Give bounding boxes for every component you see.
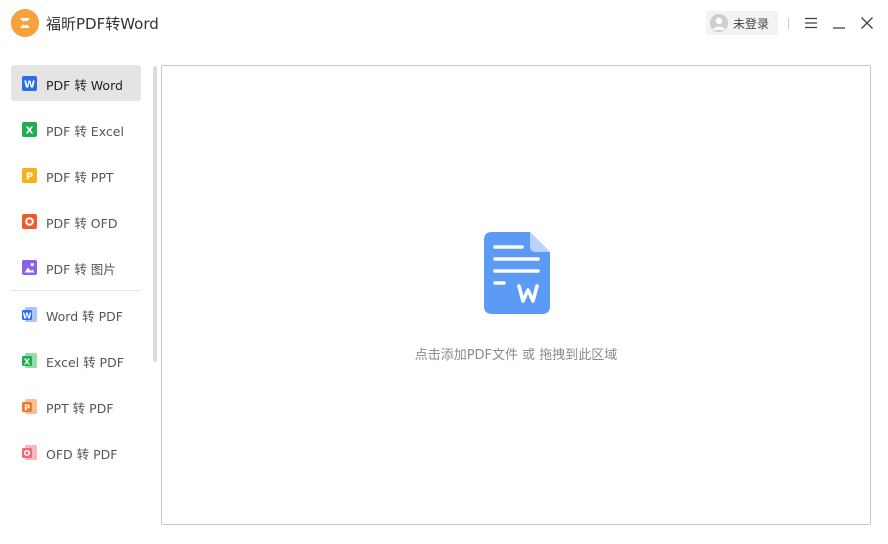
sidebar-item-label: Excel 转 PDF [46,355,124,370]
svg-text:W: W [24,79,35,90]
title-bar: 福昕PDF转Word 未登录 [0,0,888,48]
sidebar-item-label: PDF 转 PPT [46,170,114,185]
sidebar-item-label: PPT 转 PDF [46,401,114,416]
app-title: 福昕PDF转Word [46,15,159,33]
excel-icon: X [22,122,37,137]
image-icon [22,260,37,275]
sidebar-scrollbar[interactable] [153,66,157,362]
sidebar-item-label: OFD 转 PDF [46,447,118,462]
close-icon [861,17,873,29]
svg-text:X: X [24,357,31,366]
word-document-icon [484,232,550,314]
close-button[interactable] [858,14,876,32]
file-drop-zone[interactable]: 点击添加PDF文件 或 拖拽到此区域 [161,65,871,525]
excel-to-pdf-icon: X [22,353,37,368]
sidebar-item-label: PDF 转 OFD [46,216,118,231]
sidebar-item-label: PDF 转 Word [46,78,123,93]
ofd-to-pdf-icon [22,445,37,460]
menu-button[interactable] [802,14,820,32]
drop-zone-hint: 点击添加PDF文件 或 拖拽到此区域 [414,348,618,363]
user-avatar-icon [710,14,728,32]
word-icon: W [22,76,37,91]
menu-icon [805,17,817,29]
sidebar-item-label: PDF 转 图片 [46,262,116,277]
svg-text:W: W [23,311,32,320]
sidebar-divider [11,290,140,291]
sidebar-item-pdf-to-ofd[interactable]: PDF 转 OFD [11,203,141,239]
svg-text:P: P [24,403,30,412]
sidebar-item-pdf-to-ppt[interactable]: P PDF 转 PPT [11,157,141,193]
login-status-label: 未登录 [733,17,770,31]
sidebar: W PDF 转 Word X PDF 转 Excel P PDF 转 PPT P… [10,63,142,483]
sidebar-item-pdf-to-excel[interactable]: X PDF 转 Excel [11,111,141,147]
sidebar-item-label: PDF 转 Excel [46,124,124,139]
sidebar-item-label: Word 转 PDF [46,309,123,324]
svg-text:X: X [26,125,34,136]
ofd-icon [22,214,37,229]
svg-text:P: P [26,171,33,182]
ppt-to-pdf-icon: P [22,399,37,414]
ppt-icon: P [22,168,37,183]
word-to-pdf-icon: W [22,307,37,322]
foxit-logo-icon [11,9,39,37]
minimize-button[interactable] [830,14,848,32]
sidebar-item-word-to-pdf[interactable]: W Word 转 PDF [11,296,141,332]
sidebar-item-ppt-to-pdf[interactable]: P PPT 转 PDF [11,388,141,424]
sidebar-item-excel-to-pdf[interactable]: X Excel 转 PDF [11,342,141,378]
sidebar-item-ofd-to-pdf[interactable]: OFD 转 PDF [11,434,141,470]
minimize-icon [833,27,845,29]
login-button[interactable]: 未登录 [706,11,778,35]
toolbar-divider [788,18,789,29]
sidebar-item-pdf-to-word[interactable]: W PDF 转 Word [11,65,141,101]
sidebar-item-pdf-to-image[interactable]: PDF 转 图片 [11,249,141,285]
